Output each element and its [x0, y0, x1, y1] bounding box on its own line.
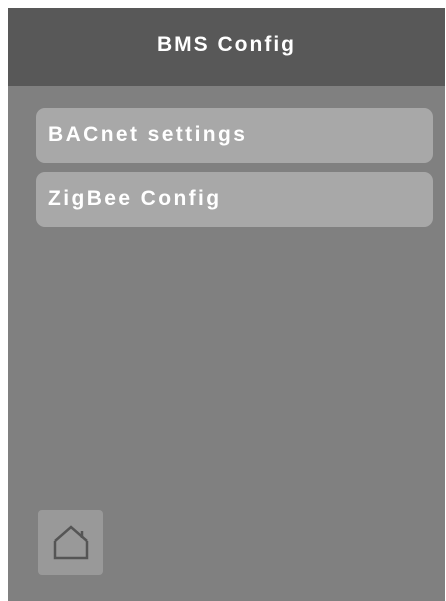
menu-item-bacnet-settings[interactable]: BACnet settings: [36, 108, 433, 163]
menu-item-zigbee-config[interactable]: ZigBee Config: [36, 172, 433, 227]
home-button[interactable]: [38, 510, 103, 575]
header-bar: BMS Config: [8, 8, 445, 86]
home-icon: [53, 524, 88, 559]
config-screen: BMS Config BACnet settings ZigBee Config: [8, 8, 445, 601]
menu-item-label: ZigBee Config: [48, 186, 222, 210]
page-title: BMS Config: [157, 33, 296, 56]
menu-item-label: BACnet settings: [48, 122, 248, 146]
